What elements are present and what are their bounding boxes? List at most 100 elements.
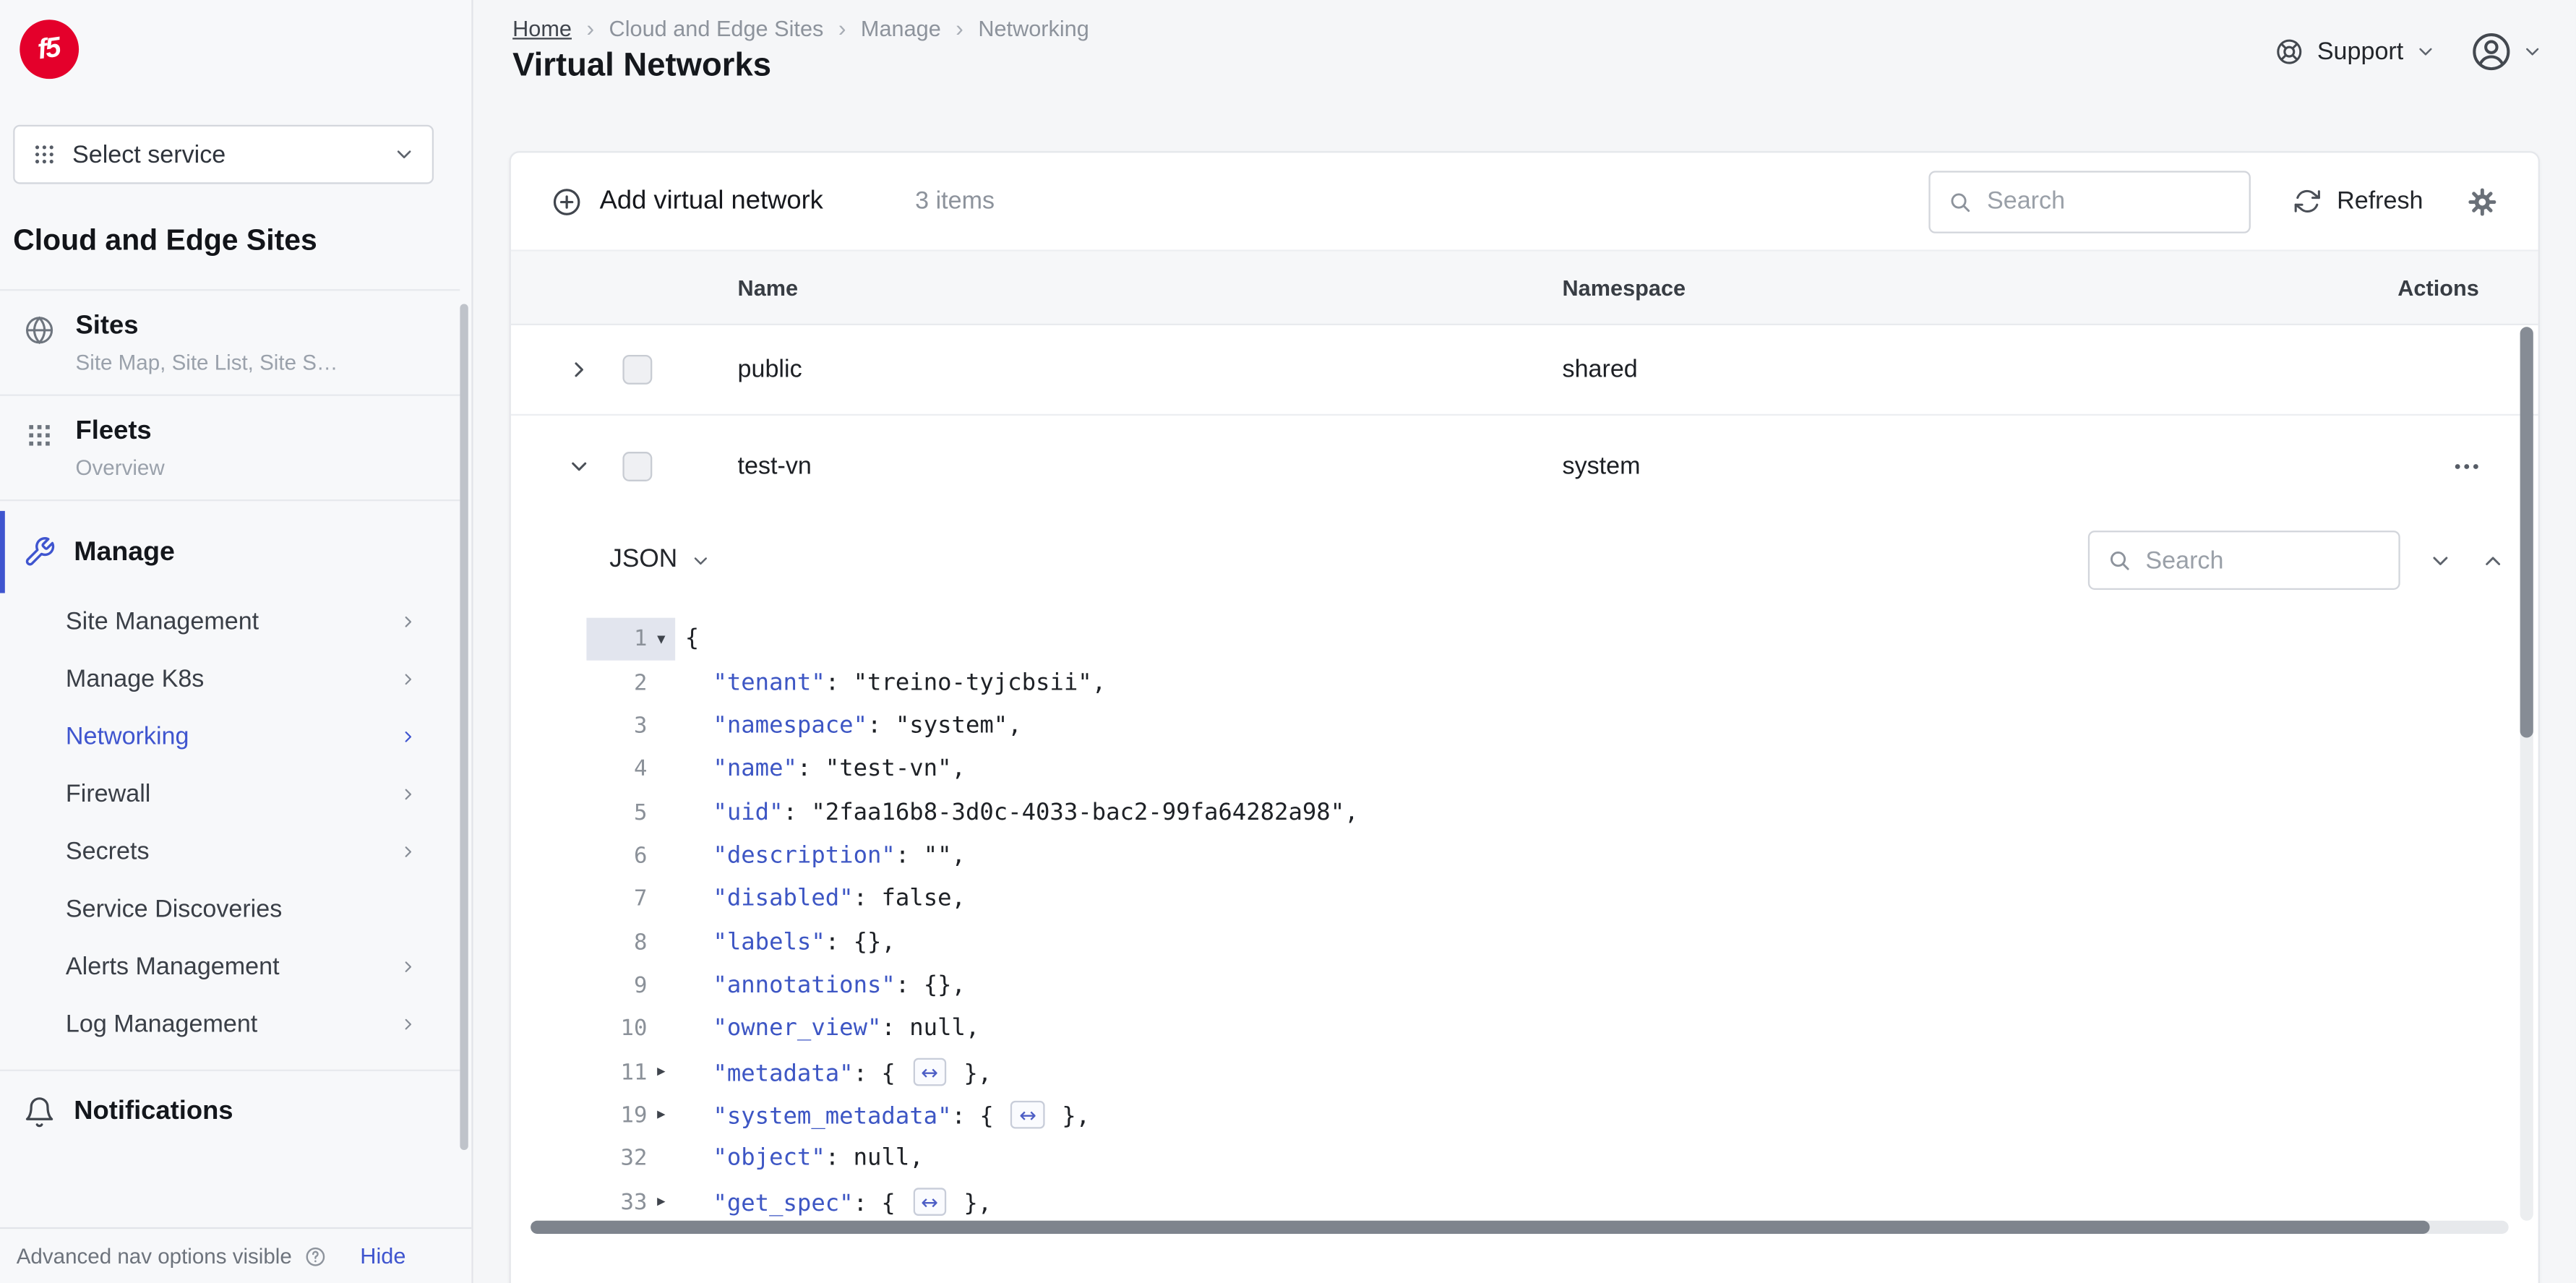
sidebar-item-notifications[interactable]: Notifications [0, 1069, 460, 1152]
sidebar-item-label: Alerts Management [65, 953, 280, 981]
code-line: 8 "labels": {}, [511, 921, 2515, 964]
sidebar-item-site-management[interactable]: Site Management [0, 593, 460, 651]
table-header: Name Namespace Actions [510, 251, 2538, 326]
code-line: 2 "tenant": "treino-tyjcbsii", [511, 661, 2515, 704]
table-search-input[interactable] [1987, 187, 2233, 215]
hide-advanced-nav-link[interactable]: Hide [360, 1244, 405, 1269]
chevron-right-icon [399, 613, 417, 631]
sidebar-item-manage[interactable]: Manage [0, 510, 460, 593]
line-number: 11 [620, 1059, 648, 1086]
account-menu[interactable] [2469, 30, 2543, 74]
code-gutter: 11 ▸ [511, 1050, 675, 1094]
service-selector[interactable]: Select service [13, 124, 434, 184]
sidebar-footer: Advanced nav options visible Hide [0, 1227, 472, 1283]
collapsed-content-icon[interactable]: ↔ [1010, 1100, 1045, 1129]
code-line: 3 "namespace": "system", [511, 704, 2515, 747]
table-row-public[interactable]: public shared [510, 325, 2538, 416]
refresh-button[interactable]: Refresh [2294, 187, 2423, 215]
vertical-scrollbar-thumb[interactable] [2520, 327, 2533, 738]
code-gutter: 4 [511, 747, 675, 791]
sidebar-item-manage-k8s[interactable]: Manage K8s [0, 651, 460, 708]
row-checkbox[interactable] [622, 452, 653, 481]
row-checkbox[interactable] [622, 354, 653, 385]
code-gutter: 1 ▾ [511, 617, 676, 661]
code-text: { [684, 626, 700, 653]
chevron-right-icon [399, 843, 417, 861]
json-viewer-controls [2087, 531, 2505, 590]
view-mode-dropdown[interactable]: JSON [609, 546, 712, 575]
sidebar-item-sites[interactable]: Sites Site Map, Site List, Site S… [0, 289, 460, 396]
fold-closed-icon[interactable]: ▸ [648, 1193, 676, 1211]
f5-logo-text: f5 [36, 31, 62, 66]
sidebar-scrollbar-thumb[interactable] [460, 304, 468, 1151]
column-header-namespace: Namespace [1562, 275, 1686, 301]
breadcrumb-item-manage[interactable]: Manage [861, 16, 941, 40]
sidebar-item-service-discoveries[interactable]: Service Discoveries [0, 880, 460, 938]
json-code-editor[interactable]: 1 ▾ {2 "tenant": "treino-tyjcbsii", 3 "namesp… [511, 617, 2515, 1283]
f5-logo[interactable]: f5 [20, 20, 80, 80]
collapse-row-icon[interactable] [567, 454, 591, 479]
chevron-down-icon [690, 549, 712, 571]
breadcrumb: Home › Cloud and Edge Sites › Manage › Network… [512, 14, 1089, 40]
search-icon [2106, 547, 2132, 573]
line-number: 5 [634, 799, 648, 826]
row-actions-icon[interactable] [2451, 451, 2482, 482]
sidebar-item-networking[interactable]: Networking [0, 708, 460, 766]
sites-icon [23, 314, 56, 346]
code-gutter: 32 [511, 1137, 675, 1180]
json-search[interactable] [2087, 531, 2400, 590]
sidebar-item-secrets[interactable]: Secrets [0, 823, 460, 881]
code-gutter: 9 [511, 964, 675, 1008]
json-viewer-panel: JSON Search 1 ▾ {2 "tenant": "treino-ty… [510, 517, 2538, 1283]
line-number: 10 [620, 1016, 648, 1042]
fold-closed-icon[interactable]: ▸ [648, 1107, 676, 1125]
sidebar-item-subtitle: Site Map, Site List, Site S… [75, 350, 338, 375]
chevron-down-icon[interactable] [2428, 548, 2452, 572]
horizontal-scrollbar-thumb[interactable] [531, 1220, 2430, 1234]
code-text: "name": "test-vn", [713, 755, 966, 783]
row-namespace: shared [1562, 356, 1638, 384]
support-label: Support [2317, 38, 2404, 66]
expand-row-icon[interactable] [567, 357, 591, 382]
code-line: 7 "disabled": false, [511, 877, 2515, 921]
sidebar-item-log-management[interactable]: Log Management [0, 995, 460, 1053]
code-line: 6 "description": "", [511, 834, 2515, 877]
code-text: "namespace": "system", [713, 713, 1022, 739]
horizontal-scrollbar [531, 1220, 2509, 1234]
breadcrumb-item-cloud-and-edge-sites[interactable]: Cloud and Edge Sites [609, 16, 824, 40]
code-text: "get_spec": { ↔ }, [675, 1187, 992, 1217]
support-menu[interactable]: Support [2275, 36, 2437, 67]
column-header-actions: Actions [2397, 275, 2479, 301]
sidebar-item-firewall[interactable]: Firewall [0, 765, 460, 823]
code-gutter: 19 ▸ [511, 1094, 675, 1137]
collapsed-content-icon[interactable]: ↔ [912, 1187, 947, 1216]
collapsed-content-icon[interactable]: ↔ [912, 1057, 947, 1086]
fold-open-icon[interactable]: ▾ [648, 630, 676, 648]
table-row-test-vn[interactable]: test-vn system [510, 416, 2538, 518]
json-search-input[interactable] [2145, 546, 2382, 575]
code-gutter: 33 ▸ [511, 1180, 675, 1224]
code-text: "tenant": "treino-tyjcbsii", [713, 669, 1107, 696]
sidebar-item-label: Firewall [65, 780, 151, 809]
chevron-down-icon [392, 143, 416, 166]
code-gutter: 2 [511, 661, 675, 704]
line-number: 2 [634, 669, 648, 696]
code-gutter: 3 [511, 704, 675, 747]
notifications-icon [23, 1096, 56, 1128]
sidebar-nav: Sites Site Map, Site List, Site S… Fleets O… [0, 289, 460, 1217]
sidebar-item-label: Fleets [75, 417, 152, 445]
code-line: 5 "uid": "2faa16b8-3d0c-4033-bac2-99fa642… [511, 791, 2515, 834]
code-line: 33 ▸ "get_spec": { ↔ }, [511, 1180, 2515, 1224]
settings-icon[interactable] [2466, 185, 2499, 218]
chevron-up-icon[interactable] [2481, 548, 2505, 572]
fold-closed-icon[interactable]: ▸ [648, 1063, 676, 1081]
sidebar-item-alerts-management[interactable]: Alerts Management [0, 938, 460, 996]
breadcrumb-item-home[interactable]: Home [512, 16, 572, 40]
sidebar-item-label: Site Management [65, 607, 259, 636]
chevron-right-icon [399, 958, 417, 976]
info-icon[interactable] [304, 1245, 327, 1268]
table-search[interactable] [1929, 170, 2251, 233]
sidebar-item-fleets[interactable]: Fleets Overview [0, 396, 460, 502]
add-virtual-network-button[interactable]: Add virtual network [550, 185, 823, 218]
code-line: 9 "annotations": {}, [511, 964, 2515, 1008]
